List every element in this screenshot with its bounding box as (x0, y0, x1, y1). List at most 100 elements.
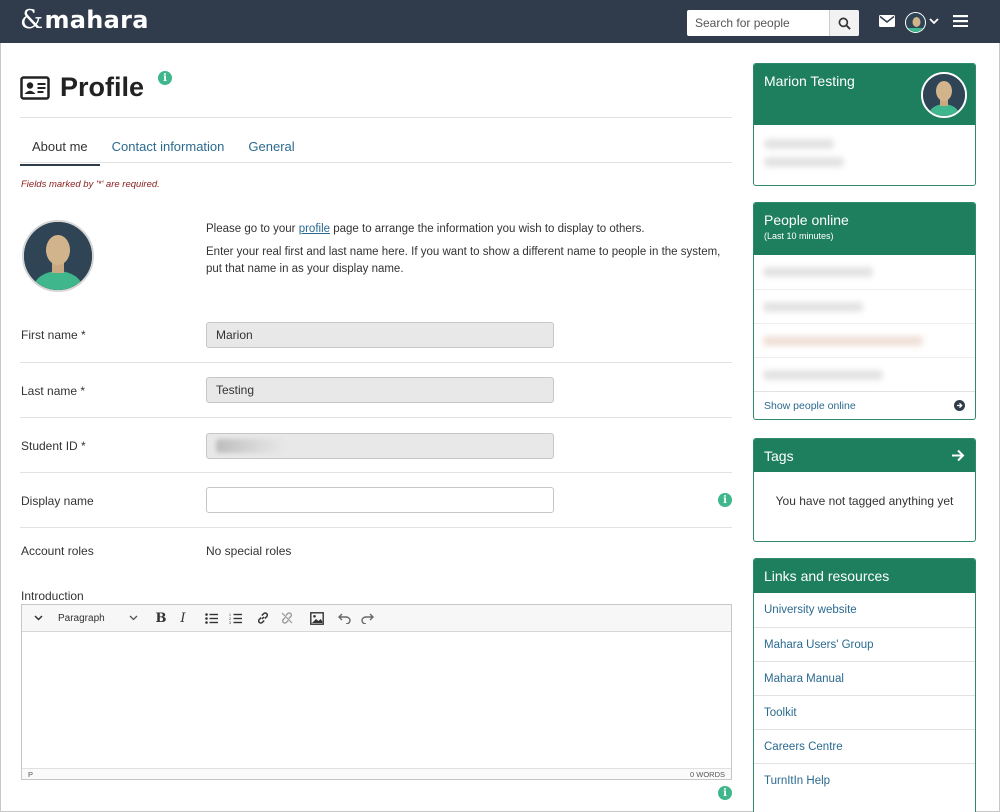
hamburger-icon[interactable] (953, 15, 968, 27)
chevron-down-icon[interactable] (929, 18, 939, 25)
show-people-online-label: Show people online (764, 399, 856, 412)
info-icon[interactable]: i (158, 71, 172, 85)
numbered-list-button[interactable]: 123 (224, 607, 246, 629)
undo-button[interactable] (332, 607, 356, 629)
page-heading: Profile (20, 72, 144, 103)
chevron-down-icon (129, 615, 138, 621)
info-icon[interactable]: i (718, 786, 732, 800)
link-mahara-manual[interactable]: Mahara Manual (754, 661, 975, 695)
show-people-online-link[interactable]: Show people online (754, 391, 975, 419)
profile-block: Marion Testing (753, 63, 976, 186)
avatar (24, 222, 92, 290)
user-avatar-button[interactable] (905, 12, 926, 33)
redacted-line (764, 157, 844, 167)
redo-button[interactable] (356, 607, 378, 629)
link-toolkit[interactable]: Toolkit (754, 695, 975, 729)
online-user-row[interactable] (754, 323, 975, 357)
profile-avatar[interactable] (921, 72, 967, 118)
profile-picture[interactable] (22, 220, 94, 292)
intro-instructions: Please go to your profile page to arrang… (206, 221, 731, 284)
editor-text-area[interactable] (22, 632, 731, 768)
link-mahara-users-group[interactable]: Mahara Users' Group (754, 627, 975, 661)
profile-block-header: Marion Testing (754, 64, 975, 125)
account-roles-label: Account roles (21, 544, 94, 558)
link-careers-centre[interactable]: Careers Centre (754, 729, 975, 763)
profile-name[interactable]: Marion Testing (764, 73, 855, 89)
links-block: Links and resources University website M… (753, 558, 976, 812)
tags-block: Tags You have not tagged anything yet (753, 438, 976, 542)
block-format-value: Paragraph (58, 612, 105, 624)
link-turnitin-help[interactable]: TurnItIn Help (754, 763, 975, 797)
people-online-block: People online (Last 10 minutes) Show peo… (753, 202, 976, 420)
svg-text:3: 3 (229, 621, 231, 624)
online-user-row[interactable] (754, 357, 975, 391)
italic-button[interactable]: I (172, 607, 194, 629)
links-title: Links and resources (764, 568, 890, 584)
search-input[interactable] (687, 10, 829, 36)
student-id-field[interactable] (206, 433, 554, 459)
last-name-label: Last name * (21, 384, 86, 398)
mahara-logo[interactable]: & mahara (20, 5, 149, 35)
link-university-website[interactable]: University website (754, 593, 975, 627)
bullet-list-button[interactable] (198, 607, 224, 629)
redacted-user (763, 267, 873, 277)
people-online-header: People online (Last 10 minutes) (754, 203, 975, 255)
toolbar-toggle-button[interactable] (30, 607, 46, 629)
word-count: 0 WORDS (689, 769, 725, 779)
intro-line-2: Enter your real first and last name here… (206, 246, 721, 275)
first-name-label: First name * (21, 328, 86, 342)
link-icon (258, 612, 268, 624)
redacted-value (216, 439, 286, 453)
page-title: Profile (60, 72, 145, 102)
search-button[interactable] (829, 10, 859, 36)
introduction-label: Introduction (21, 589, 84, 603)
redo-icon (360, 613, 374, 624)
tags-title: Tags (764, 448, 794, 464)
redacted-user (763, 335, 923, 346)
search-icon (838, 17, 851, 30)
editor-toolbar: Paragraph B I 123 (22, 605, 731, 632)
unlink-icon (281, 612, 293, 624)
element-path: P (28, 769, 34, 779)
people-search (687, 10, 859, 36)
profile-block-body (754, 125, 975, 177)
logo-mark-icon: & (20, 5, 44, 35)
bold-icon: B (155, 610, 167, 626)
arrow-circle-right-icon (954, 400, 965, 411)
link-button[interactable] (250, 607, 276, 629)
people-online-title: People online (764, 212, 849, 228)
display-name-label: Display name (21, 494, 94, 508)
divider (20, 117, 732, 118)
info-icon[interactable]: i (718, 493, 732, 507)
tags-empty-text: You have not tagged anything yet (775, 494, 954, 508)
numbered-list-icon: 123 (229, 613, 242, 624)
top-navbar: & mahara (0, 0, 1000, 43)
redacted-user (763, 369, 883, 380)
people-online-subtitle: (Last 10 minutes) (764, 231, 834, 241)
unlink-button[interactable] (276, 607, 298, 629)
avatar (923, 74, 965, 116)
block-format-select[interactable]: Paragraph (46, 607, 142, 629)
image-button[interactable] (304, 607, 330, 629)
divider (20, 417, 732, 418)
online-user-row[interactable] (754, 255, 975, 289)
display-name-field[interactable] (206, 487, 554, 513)
chevron-down-icon (33, 615, 43, 621)
arrow-right-icon[interactable] (951, 449, 965, 462)
avatar (906, 13, 925, 32)
divider (20, 527, 732, 528)
introduction-editor: Paragraph B I 123 P 0 WORDS (21, 604, 732, 780)
logo-text: mahara (44, 6, 149, 34)
profile-link[interactable]: profile (299, 223, 330, 235)
image-icon (310, 611, 324, 625)
intro-line-1: Please go to your profile page to arrang… (206, 223, 645, 235)
italic-icon: I (180, 610, 186, 626)
online-user-row[interactable] (754, 289, 975, 323)
redacted-user (763, 301, 863, 312)
last-name-field[interactable]: Testing (206, 377, 554, 403)
first-name-field[interactable]: Marion (206, 322, 554, 348)
student-id-label: Student ID * (21, 439, 86, 453)
bold-button[interactable]: B (150, 607, 172, 629)
envelope-icon[interactable] (879, 15, 895, 27)
account-roles-value: No special roles (206, 544, 292, 558)
